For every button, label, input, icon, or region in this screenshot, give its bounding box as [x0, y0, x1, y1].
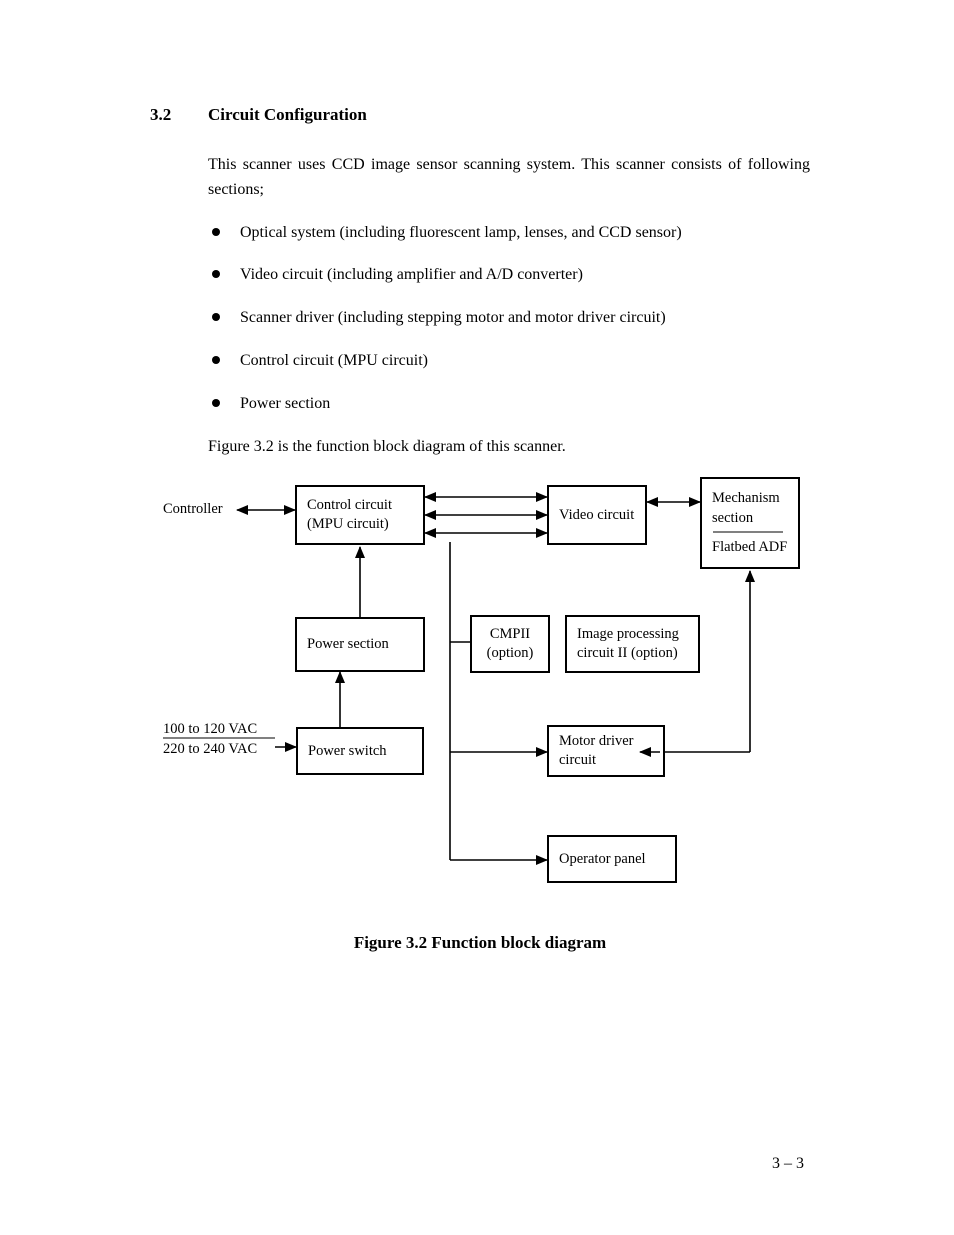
- box-operator-panel: Operator panel: [547, 835, 677, 883]
- section-title: Circuit Configuration: [208, 105, 367, 125]
- figure-caption: Figure 3.2 Function block diagram: [150, 933, 810, 953]
- intro-paragraph: This scanner uses CCD image sensor scann…: [208, 153, 810, 203]
- block-diagram: Controller 100 to 120 VAC 220 to 240 VAC…: [0, 477, 810, 917]
- list-item: Control circuit (MPU circuit): [208, 349, 810, 374]
- box-power-switch: Power switch: [296, 727, 424, 775]
- label-vac2: 220 to 240 VAC: [163, 740, 257, 760]
- list-item: Video circuit (including amplifier and A…: [208, 263, 810, 288]
- list-item: Optical system (including fluorescent la…: [208, 221, 810, 246]
- bullet-list: Optical system (including fluorescent la…: [208, 221, 810, 417]
- box-image-processing: Image processing circuit II (option): [565, 615, 700, 673]
- list-item: Scanner driver (including stepping motor…: [208, 306, 810, 331]
- box-cmpii: CMPII (option): [470, 615, 550, 673]
- page-number: 3 – 3: [772, 1155, 804, 1173]
- section-heading: 3.2 Circuit Configuration: [150, 105, 810, 125]
- list-item: Power section: [208, 392, 810, 417]
- box-mechanism: Mechanism section Flatbed ADF: [700, 477, 800, 569]
- box-motor-driver: Motor driver circuit: [547, 725, 665, 777]
- label-controller: Controller: [163, 500, 223, 520]
- label-vac1: 100 to 120 VAC: [163, 720, 257, 740]
- section-number: 3.2: [150, 105, 208, 125]
- box-control-circuit: Control circuit (MPU circuit): [295, 485, 425, 545]
- box-video-circuit: Video circuit: [547, 485, 647, 545]
- box-power-section: Power section: [295, 617, 425, 672]
- figure-reference: Figure 3.2 is the function block diagram…: [208, 435, 810, 460]
